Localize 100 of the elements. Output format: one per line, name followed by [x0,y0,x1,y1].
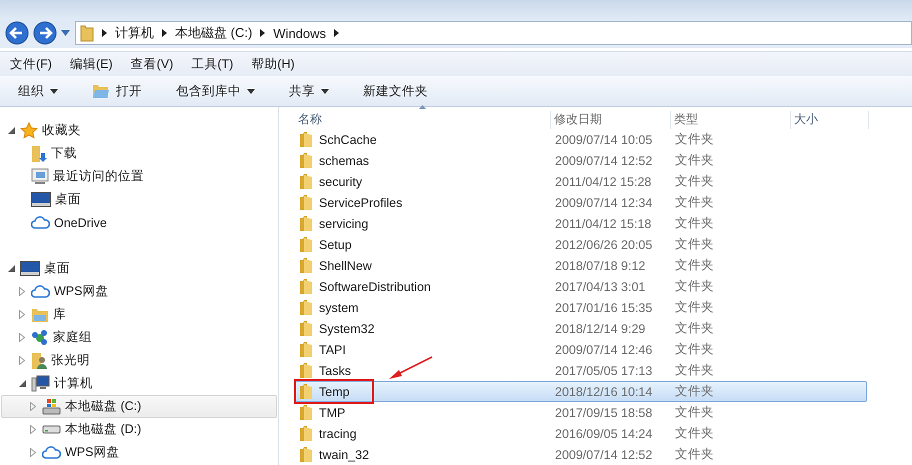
file-type: 文件夹 [674,236,715,253]
file-type: 文件夹 [674,320,715,337]
file-type: 文件夹 [674,131,715,148]
toolbar-button[interactable]: 共享 [281,82,337,100]
file-row[interactable]: security 2011/04/12 15:28 文件夹 [295,171,867,192]
tree-item[interactable]: 本地磁盘 (D:) [1,418,277,441]
file-row[interactable]: Setup 2012/06/26 20:05 文件夹 [295,234,867,255]
folder-icon [299,194,313,211]
recent-places-icon [31,168,49,185]
toolbar-button[interactable]: 组织 [10,82,66,100]
tree-item[interactable]: 桌面 [1,188,277,211]
expanded-arrow-icon[interactable] [8,127,14,134]
modified-date: 2018/12/14 9:29 [554,322,646,336]
file-row[interactable]: system 2017/01/16 15:35 文件夹 [295,297,867,318]
file-type: 文件夹 [674,173,715,190]
file-name: System32 [319,322,375,336]
file-row[interactable]: ServiceProfiles 2009/07/14 12:34 文件夹 [295,192,867,213]
collapsed-arrow-icon[interactable] [19,287,25,296]
file-row[interactable]: System32 2018/12/14 9:29 文件夹 [295,318,867,339]
open-folder-icon [92,83,110,99]
file-row[interactable]: SoftwareDistribution 2017/04/13 3:01 文件夹 [295,276,867,297]
file-row[interactable]: tracing 2016/09/05 14:24 文件夹 [295,423,867,444]
toolbar-button[interactable]: 打开 [84,82,150,100]
folder-icon [299,236,313,253]
file-name: ServiceProfiles [319,196,402,210]
chevron-icon[interactable] [260,29,266,37]
tree-item[interactable]: OneDrive [1,211,277,234]
collapsed-arrow-icon[interactable] [30,425,36,434]
cloud-icon [42,446,61,459]
column-header[interactable]: 名称 [295,111,551,129]
modified-date: 2009/07/14 12:52 [554,154,654,168]
file-type: 文件夹 [674,425,715,442]
address-bar[interactable]: 计算机 本地磁盘 (C:) Windows [75,21,912,45]
homegroup-icon [31,329,49,346]
tree-item[interactable]: 本地磁盘 (C:) [1,395,277,418]
tree-item[interactable]: 库 [1,303,277,326]
tree-item[interactable]: WPS网盘 [1,280,277,303]
folder-icon [299,383,313,400]
file-row[interactable]: schemas 2009/07/14 12:52 文件夹 [295,150,867,171]
collapsed-arrow-icon[interactable] [19,333,25,342]
breadcrumb[interactable]: Windows [273,26,326,40]
file-row[interactable]: Tasks 2017/05/05 17:13 文件夹 [295,360,867,381]
file-row[interactable]: SchCache 2009/07/14 10:05 文件夹 [295,129,867,150]
modified-date: 2017/04/13 3:01 [554,280,646,294]
breadcrumb[interactable]: 计算机 [115,24,154,42]
file-row[interactable]: servicing 2011/04/12 15:18 文件夹 [295,213,867,234]
forward-button[interactable] [32,20,58,46]
menu-item[interactable]: 工具(T) [181,56,242,72]
modified-date: 2009/07/14 12:46 [554,342,654,356]
file-row[interactable]: TAPI 2009/07/14 12:46 文件夹 [295,339,867,360]
desktop-icon [20,261,40,276]
expanded-arrow-icon[interactable] [8,265,14,272]
menu-item[interactable]: 查看(V) [120,56,182,72]
computer-icon [31,375,50,392]
file-row[interactable]: ShellNew 2018/07/18 9:12 文件夹 [295,255,867,276]
collapsed-arrow-icon[interactable] [30,448,36,457]
tree-item[interactable]: WPS网盘 [1,441,277,464]
callout-arrow [388,356,434,381]
column-header[interactable]: 修改日期 [551,111,671,129]
menu-item[interactable]: 帮助(H) [241,56,303,72]
tree-item[interactable]: 最近访问的位置 [1,165,277,188]
collapsed-arrow-icon[interactable] [19,310,25,319]
folder-icon [299,446,313,463]
tree-item[interactable]: 计算机 [1,372,277,395]
cloud-icon [31,285,50,298]
collapsed-arrow-icon[interactable] [19,356,25,365]
file-type: 文件夹 [674,383,715,400]
tree-item[interactable]: 家庭组 [1,326,277,349]
folder-icon [299,215,313,232]
folder-icon [299,320,313,337]
chevron-icon[interactable] [334,29,340,37]
tree-item[interactable]: 收藏夹 [1,119,277,142]
modified-date: 2011/04/12 15:18 [554,216,652,230]
menu-item[interactable]: 文件(F) [0,56,60,72]
chevron-icon[interactable] [162,29,167,37]
column-header[interactable]: 大小 [791,111,869,129]
file-row[interactable]: TMP 2017/09/15 18:58 文件夹 [295,402,867,423]
file-type: 文件夹 [674,278,715,295]
tree-item[interactable]: 下载 [1,142,277,165]
file-type: 文件夹 [674,446,715,463]
toolbar-button[interactable]: 包含到库中 [168,82,263,100]
file-name: system [319,300,359,314]
back-button[interactable] [4,20,30,46]
modified-date: 2018/12/16 10:14 [554,384,654,398]
history-dropdown-icon[interactable] [61,30,70,36]
column-header[interactable]: 类型 [671,111,791,129]
folder-icon [80,24,94,42]
breadcrumb[interactable]: 本地磁盘 (C:) [175,24,252,42]
desktop-icon [31,192,51,207]
file-name: Temp [319,384,350,398]
file-name: tracing [319,426,357,440]
modified-date: 2009/07/14 10:05 [554,132,654,146]
tree-item[interactable]: 张光明 [1,349,277,372]
menu-item[interactable]: 编辑(E) [60,56,121,72]
system-drive-icon [42,398,61,415]
file-row[interactable]: twain_32 2009/07/14 12:52 文件夹 [295,444,867,465]
toolbar-button[interactable]: 新建文件夹 [355,82,436,100]
tree-item[interactable]: 桌面 [1,257,277,280]
chevron-icon[interactable] [102,29,107,37]
expanded-arrow-icon[interactable] [18,380,26,387]
